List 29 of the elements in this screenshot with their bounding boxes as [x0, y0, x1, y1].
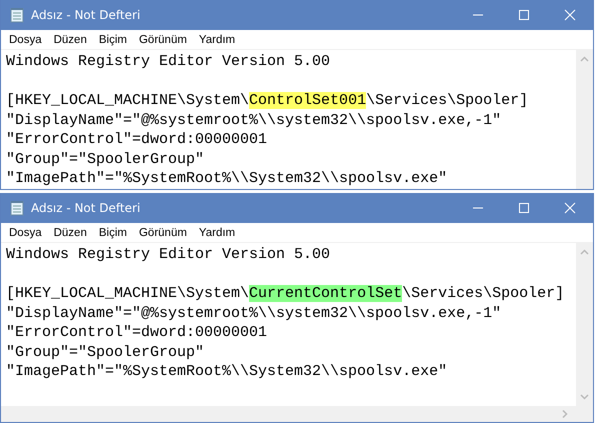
menu-item[interactable]: Biçim: [92, 34, 133, 46]
notepad-icon: [9, 7, 25, 23]
notepad-icon: [9, 200, 25, 216]
vertical-scrollbar[interactable]: [576, 50, 593, 189]
text-line: "ImagePath"="%SystemRoot%\\System32\\spoolsv.exe": [6, 363, 448, 380]
text-line: Windows Registry Editor Version 5.00: [6, 246, 330, 263]
text-line: "ErrorControl"=dword:00000001: [6, 131, 268, 148]
menu-item[interactable]: Düzen: [48, 226, 93, 238]
horizontal-scrollbar[interactable]: [1, 406, 593, 422]
menu-item[interactable]: Biçim: [92, 226, 133, 238]
menu-item[interactable]: Dosya: [3, 34, 48, 46]
text-line: "Group"="SpoolerGroup": [6, 344, 204, 360]
window-title: Adsız - Not Defteri: [31, 8, 142, 22]
menu-item[interactable]: Dosya: [3, 226, 48, 238]
text-line: "ErrorControl"=dword:00000001: [6, 324, 268, 341]
vertical-scrollbar[interactable]: [576, 243, 593, 406]
text-line: "Group"="SpoolerGroup": [6, 150, 204, 168]
text-line: "DisplayName"="@%systemroot%\\system32\\spoolsv.exe,-1": [6, 304, 502, 322]
menu-item[interactable]: Yardım: [192, 226, 242, 238]
menu-item[interactable]: Düzen: [48, 34, 93, 46]
text-line: "DisplayName"="@%systemroot%\\system32\\spoolsv.exe,-1": [6, 112, 502, 128]
menu-item[interactable]: Yardım: [192, 34, 242, 46]
window-title: Adsız - Not Defteri: [31, 201, 142, 215]
text-line: "ImagePath"="%SystemRoot%\\System32\\spoolsv.exe": [6, 170, 448, 187]
menu-item[interactable]: Görünüm: [132, 226, 193, 238]
menu-item[interactable]: Görünüm: [132, 34, 193, 46]
text-line: [HKEY_LOCAL_MACHINE\System\ControlSet001\Services\Spooler]: [6, 92, 528, 109]
text-line: Windows Registry Editor Version 5.00: [6, 53, 330, 70]
text-line: [HKEY_LOCAL_MACHINE\System\CurrentControlSet\Services\Spooler]: [6, 285, 564, 302]
